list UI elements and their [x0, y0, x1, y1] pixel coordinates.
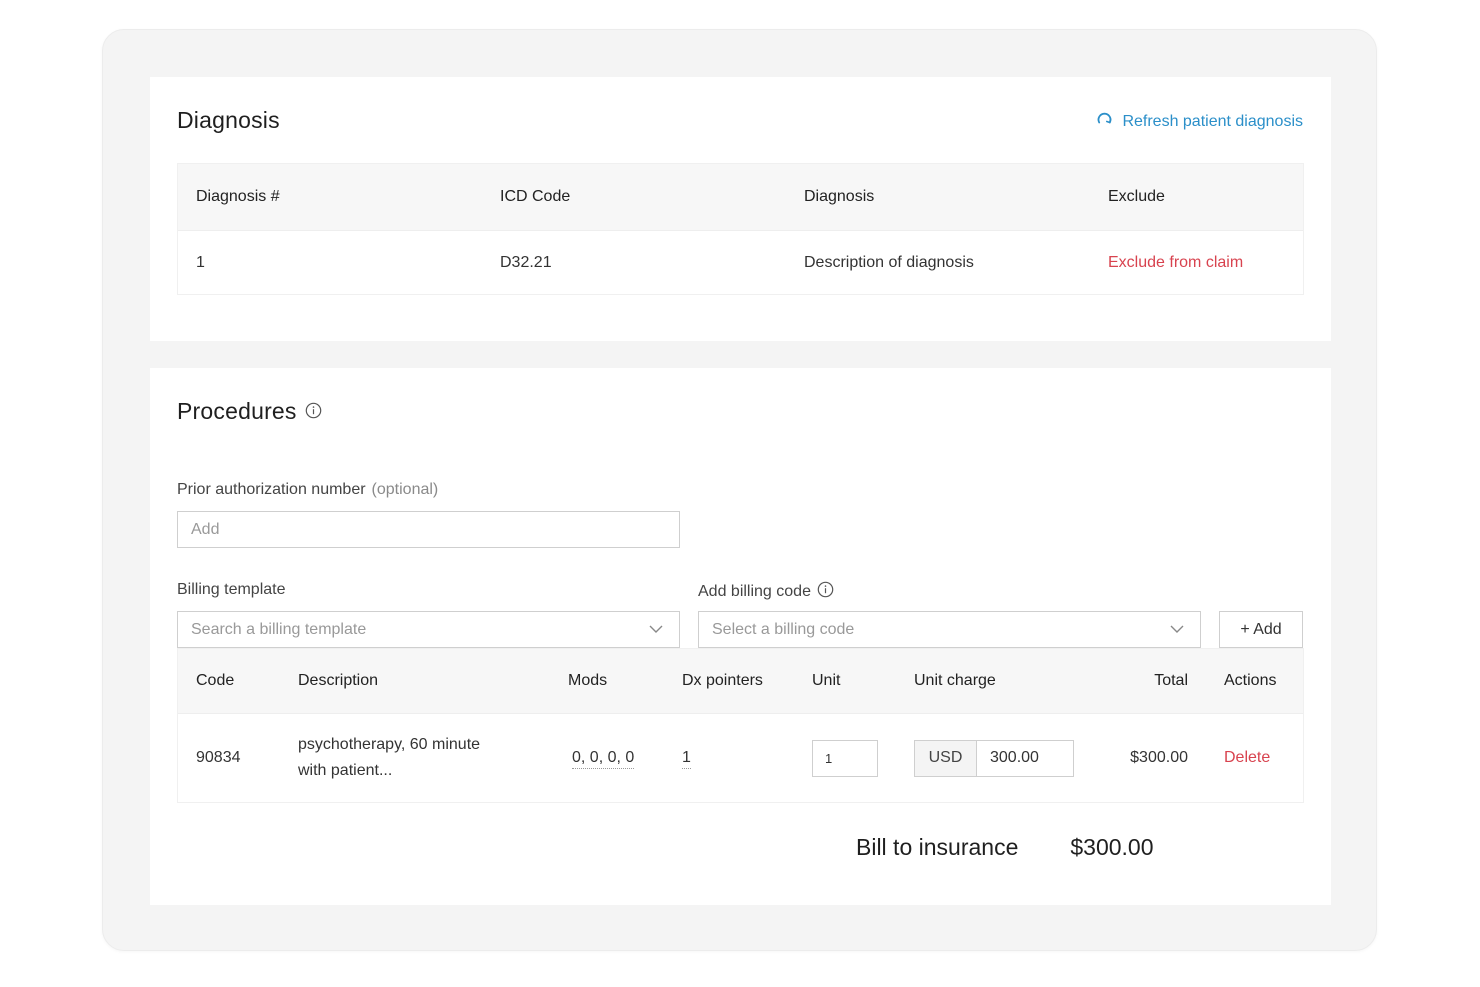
table-row: 90834 psychotherapy, 60 minute with pati… [178, 713, 1303, 802]
col-unit: Unit [812, 672, 841, 689]
dx-pointers-cell: 1 [664, 749, 794, 769]
procedures-title: Procedures [177, 398, 322, 425]
add-billing-code-button[interactable]: + Add [1219, 611, 1303, 648]
diagnosis-table-header: Diagnosis # ICD Code Diagnosis Exclude [178, 164, 1303, 230]
unit-charge-input[interactable]: USD 300.00 [914, 739, 1074, 777]
billing-template-label: Billing template [177, 581, 286, 598]
col-actions: Actions [1224, 672, 1277, 689]
dx-pointers-value[interactable]: 1 [682, 749, 691, 769]
refresh-diagnosis-link[interactable]: Refresh patient diagnosis [1096, 111, 1303, 133]
col-exclude: Exclude [1108, 188, 1165, 205]
info-icon[interactable] [305, 398, 322, 425]
chevron-down-icon [649, 621, 663, 639]
procedures-table: Code Description Mods Dx pointers Unit U… [177, 648, 1304, 803]
col-dx-pointers: Dx pointers [682, 672, 763, 689]
icd-code: D32.21 [500, 253, 552, 271]
procedure-description-line2: with patient... [298, 762, 393, 779]
unit-cell: 1 [794, 739, 896, 777]
col-icd-code: ICD Code [500, 188, 571, 205]
prior-auth-input[interactable]: Add [177, 511, 680, 548]
billing-code-label-text: Add billing code [698, 583, 811, 600]
mods-cell: 0, 0, 0, 0 [550, 749, 664, 769]
col-code: Code [196, 672, 235, 689]
col-diagnosis-number: Diagnosis # [196, 188, 280, 205]
bill-total: $300.00 [1070, 834, 1154, 860]
optional-label: (optional) [371, 481, 439, 498]
billing-code-label: Add billing code [698, 581, 834, 603]
col-unit-charge: Unit charge [914, 672, 996, 689]
exclude-from-claim-link[interactable]: Exclude from claim [1090, 254, 1303, 272]
diagnosis-table: Diagnosis # ICD Code Diagnosis Exclude 1… [177, 163, 1304, 295]
billing-template-placeholder: Search a billing template [191, 620, 367, 638]
procedures-card: Procedures Prior authorization number (o… [150, 368, 1331, 905]
delete-procedure-link[interactable]: Delete [1206, 749, 1303, 767]
procedure-code: 90834 [196, 749, 241, 766]
unit-value: 1 [825, 750, 833, 766]
procedure-description-line1: psychotherapy, 60 minute [298, 736, 481, 753]
unit-input[interactable]: 1 [812, 739, 878, 777]
diagnosis-card: Diagnosis Refresh patient diagnosis Diag… [150, 77, 1331, 341]
procedures-title-text: Procedures [177, 398, 297, 424]
diagnosis-number: 1 [196, 253, 205, 271]
bill-summary: Bill to insurance $300.00 [856, 834, 1154, 861]
unit-charge-cell: USD 300.00 [896, 739, 1096, 777]
info-icon[interactable] [817, 581, 834, 603]
col-diagnosis: Diagnosis [804, 188, 875, 205]
prior-auth-label: Prior authorization number (optional) [177, 481, 438, 499]
procedures-table-header: Code Description Mods Dx pointers Unit U… [178, 649, 1303, 713]
refresh-icon [1096, 111, 1113, 133]
refresh-diagnosis-label: Refresh patient diagnosis [1122, 113, 1303, 130]
procedure-description: psychotherapy, 60 minute with patient... [280, 732, 550, 784]
billing-code-select[interactable]: Select a billing code [698, 611, 1201, 648]
unit-charge-value[interactable]: 300.00 [977, 741, 1073, 776]
prior-auth-label-text: Prior authorization number [177, 481, 366, 498]
diagnosis-title: Diagnosis [177, 107, 280, 133]
col-total: Total [1154, 672, 1188, 689]
app-frame: Diagnosis Refresh patient diagnosis Diag… [102, 29, 1377, 951]
bill-to-insurance-label: Bill to insurance [856, 834, 1019, 860]
diagnosis-description: Description of diagnosis [804, 253, 974, 271]
mods-value[interactable]: 0, 0, 0, 0 [572, 749, 635, 769]
currency-addon: USD [915, 740, 977, 776]
table-row: 1 D32.21 Description of diagnosis Exclud… [178, 230, 1303, 294]
col-description: Description [298, 672, 379, 689]
procedure-total: $300.00 [1130, 749, 1188, 766]
prior-auth-placeholder: Add [191, 520, 220, 538]
col-mods: Mods [568, 672, 608, 689]
billing-code-placeholder: Select a billing code [712, 620, 855, 638]
chevron-down-icon [1170, 621, 1184, 639]
billing-template-select[interactable]: Search a billing template [177, 611, 680, 648]
